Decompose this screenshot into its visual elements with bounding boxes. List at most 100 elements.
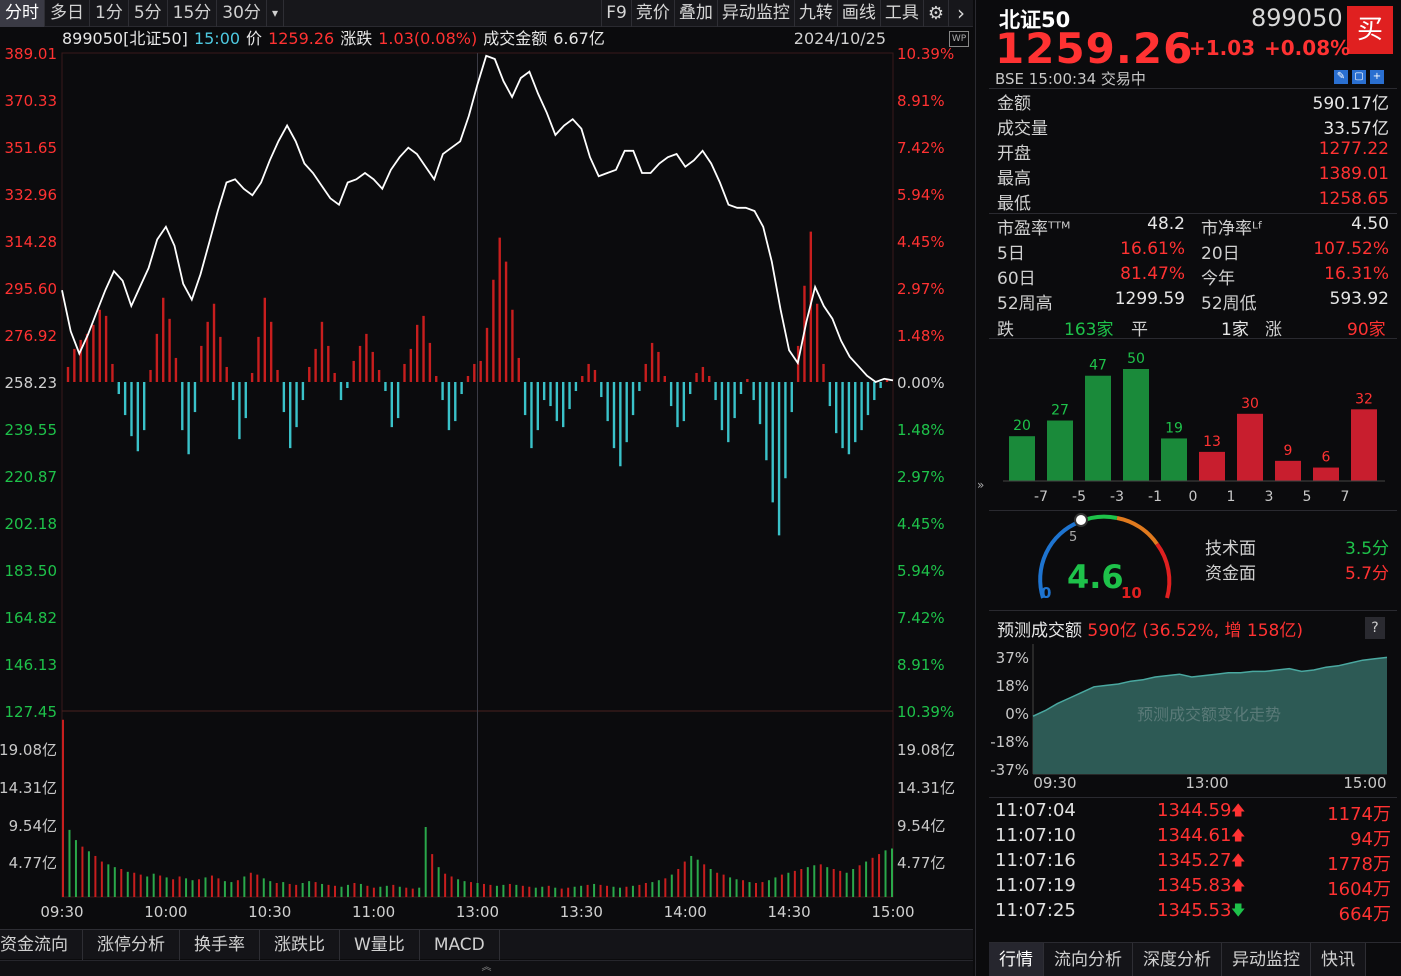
prediction-y-label: -18% [990, 733, 1029, 751]
tab-quote[interactable]: 行情 [989, 943, 1044, 976]
arrow-up-icon: 🡅 [1231, 878, 1246, 894]
ratio-label: 52周高 [997, 294, 1053, 314]
last-price: 1259.26 [995, 24, 1194, 73]
prediction-y-label: 0% [1005, 705, 1029, 723]
tick-price: 1345.53 [1157, 900, 1232, 921]
arrow-up-icon: 🡅 [1231, 828, 1246, 844]
intraday-chart[interactable]: 389.01 10.39% 370.33 8.91% 351.65 7.42% 332.96… [0, 0, 973, 929]
indicator-tabs: 资金流向 涨停分析 换手率 涨跌比 W量比 MACD [0, 929, 973, 960]
tab-fund-flow[interactable]: 资金流向 [0, 930, 83, 960]
vol-right-label: 9.54亿 [897, 817, 945, 835]
y-left-label: 314.28 [5, 233, 58, 251]
stat-label: 开盘 [997, 144, 1031, 164]
tab-news[interactable]: 快讯 [1311, 943, 1366, 976]
tick-row: 11:07:04 1344.59 🡅 1174万 [989, 800, 1397, 825]
fund-score: 5.7分 [1345, 564, 1390, 584]
tab-depth-analysis[interactable]: 深度分析 [1133, 943, 1222, 976]
edit-icon[interactable]: ✎ [1334, 70, 1348, 84]
breadth-up-count: 90家 [1347, 320, 1386, 340]
breadth-flat-label: 平 [1131, 320, 1148, 340]
gauge-max-label: 10 [1121, 584, 1142, 602]
distribution-count: 6 [1322, 450, 1331, 466]
distribution-count: 19 [1165, 420, 1183, 436]
expand-up-icon[interactable]: ︽ [0, 960, 973, 976]
ratio-value: 48.2 [1147, 214, 1185, 234]
tab-turnover[interactable]: 换手率 [180, 930, 260, 960]
ratio-value: 16.61% [1120, 239, 1185, 259]
y-left-label: 370.33 [5, 92, 58, 110]
y-left-label: 332.96 [5, 186, 58, 204]
arrow-up-icon: 🡅 [1231, 803, 1246, 819]
y-left-label: 127.45 [5, 703, 58, 721]
distribution-x-label: 7 [1341, 489, 1350, 505]
y-left-label: 295.60 [5, 280, 58, 298]
stat-label: 最高 [997, 169, 1031, 189]
y-right-label: 4.45% [897, 515, 945, 533]
tick-volume: 1174万 [1327, 804, 1391, 825]
distribution-bar [1313, 467, 1339, 481]
prediction-x-label: 15:00 [1343, 774, 1386, 792]
y-right-label: 8.91% [897, 92, 945, 110]
stat-value: 33.57亿 [1323, 119, 1389, 139]
y-right-label: 8.91% [897, 656, 945, 674]
vol-right-label: 4.77亿 [897, 854, 945, 872]
y-right-label: 7.42% [897, 609, 945, 627]
prediction-title: 预测成交额 590亿 (36.52%, 增 158亿) [997, 616, 1303, 641]
y-left-label: 389.01 [5, 45, 58, 63]
change-distribution-chart: 202747 501913309 632-7 -5 -3 -1 0 1 3 5 7 [1003, 351, 1385, 505]
tab-w-volume-ratio[interactable]: W量比 [340, 930, 420, 960]
ratio-value: 1299.59 [1114, 289, 1185, 309]
arrow-down-icon: 🡇 [1231, 903, 1246, 919]
y-left-label: 164.82 [5, 609, 58, 627]
stat-value: 1258.65 [1318, 189, 1389, 209]
stat-label: 金额 [997, 94, 1031, 114]
panel-tabs: 行情 流向分析 深度分析 异动监控 快讯 [989, 942, 1401, 976]
vol-right-label: 19.08亿 [897, 741, 955, 759]
y-right-label: 10.39% [897, 45, 954, 63]
vol-left-label: 9.54亿 [9, 817, 57, 835]
tick-volume: 1604万 [1327, 879, 1391, 900]
y-right-label: 1.48% [897, 327, 945, 345]
distribution-bar [1085, 375, 1111, 481]
add-icon[interactable]: + [1370, 70, 1384, 84]
distribution-bar [1351, 409, 1377, 481]
window-icon[interactable]: ▢ [1352, 70, 1366, 84]
y-right-label: 0.00% [897, 374, 945, 392]
y-left-label: 351.65 [5, 139, 58, 157]
tab-limit-up-analysis[interactable]: 涨停分析 [83, 930, 180, 960]
tab-flow-analysis[interactable]: 流向分析 [1044, 943, 1133, 976]
stat-label: 最低 [997, 194, 1031, 214]
collapse-icon[interactable]: » [977, 478, 984, 492]
distribution-bar [1123, 369, 1149, 481]
y-right-label: 5.94% [897, 186, 945, 204]
distribution-x-label: -3 [1110, 489, 1124, 505]
tab-up-down-ratio[interactable]: 涨跌比 [260, 930, 340, 960]
tick-price: 1345.83 [1157, 875, 1232, 896]
tech-score-label: 技术面 [1205, 539, 1256, 559]
tick-price: 1344.61 [1157, 825, 1232, 846]
prediction-y-label: -37% [990, 761, 1029, 779]
vol-right-label: 14.31亿 [897, 779, 955, 797]
prediction-y-label: 37% [996, 649, 1029, 667]
y-right-label: 7.42% [897, 139, 945, 157]
prediction-chart: 37% 18% 0% -18% -37% 预测成交额变化走势 09:30 13:00 15:00 [990, 644, 1388, 792]
x-axis-label: 15:00 [871, 903, 914, 921]
y-left-label: 220.87 [5, 468, 58, 486]
x-axis-label: 14:30 [768, 903, 811, 921]
prediction-x-label: 13:00 [1185, 774, 1228, 792]
stat-value: 590.17亿 [1312, 94, 1389, 114]
prediction-label: 预测成交额 [997, 621, 1082, 641]
ratio-value: 107.52% [1313, 239, 1389, 259]
breadth-up-label: 涨 [1265, 320, 1282, 340]
buy-button[interactable]: 买 [1347, 6, 1393, 54]
ratio-value: 4.50 [1351, 214, 1389, 234]
panel-icons: ✎ ▢ + [1334, 70, 1384, 84]
distribution-x-label: -5 [1072, 489, 1086, 505]
tab-anomaly[interactable]: 异动监控 [1222, 943, 1311, 976]
y-right-label: 4.45% [897, 233, 945, 251]
tick-time: 11:07:04 [995, 800, 1076, 821]
distribution-count: 13 [1203, 434, 1221, 450]
y-left-label: 239.55 [5, 421, 58, 439]
help-icon[interactable]: ? [1365, 617, 1385, 639]
tab-macd[interactable]: MACD [420, 930, 500, 960]
